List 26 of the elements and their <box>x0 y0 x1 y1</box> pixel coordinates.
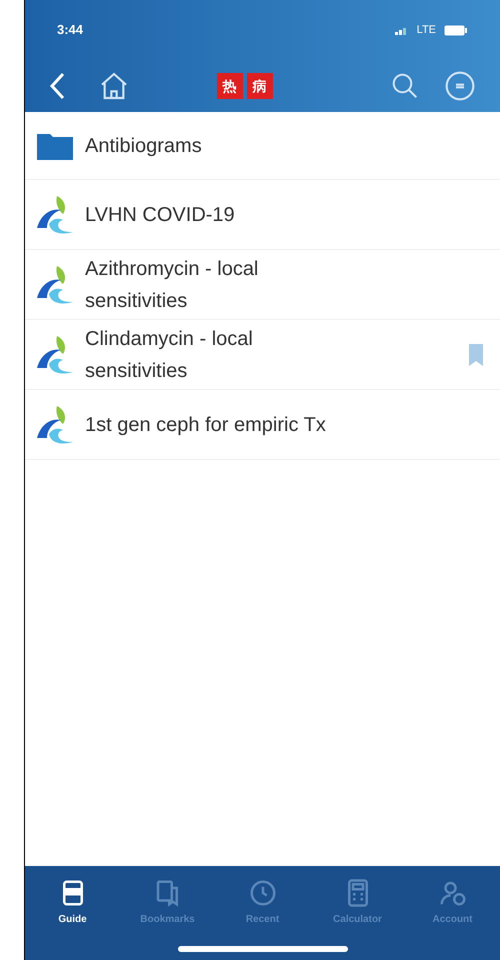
back-button[interactable] <box>49 72 65 100</box>
leaf-logo-icon <box>35 334 75 376</box>
list-item[interactable]: Antibiograms <box>25 112 500 180</box>
list-item[interactable]: LVHN COVID-19 <box>25 180 500 250</box>
tab-bar-item[interactable]: Guide <box>32 878 112 927</box>
leaf-logo-icon <box>35 404 75 446</box>
list-item[interactable]: 1st gen ceph for empiric Tx <box>25 390 500 460</box>
menu-button[interactable] <box>444 70 476 102</box>
item-title: Azithromycin - local sensitivities <box>85 256 260 314</box>
signal-icon <box>394 25 409 35</box>
battery-icon <box>444 24 468 36</box>
list-item[interactable]: Azithromycin - local sensitivities <box>25 250 500 320</box>
logo-character: 热 <box>216 73 242 99</box>
item-title: Clindamycin - local sensitivities <box>85 326 254 384</box>
list-item[interactable]: Clindamycin - local sensitivities <box>25 320 500 390</box>
clock-icon <box>248 878 278 908</box>
logo-character: 病 <box>246 73 272 99</box>
item-title: Antibiograms <box>85 134 203 158</box>
leaf-logo-icon <box>35 194 75 236</box>
menu-icon <box>444 70 476 102</box>
item-title: LVHN COVID-19 <box>85 202 236 228</box>
network-label: LTE <box>416 22 436 38</box>
back-icon <box>49 72 65 100</box>
item-title: 1st gen ceph for empiric Tx <box>85 412 327 438</box>
leaf-logo-icon <box>35 264 75 306</box>
status-time: 3:44 <box>57 21 84 40</box>
